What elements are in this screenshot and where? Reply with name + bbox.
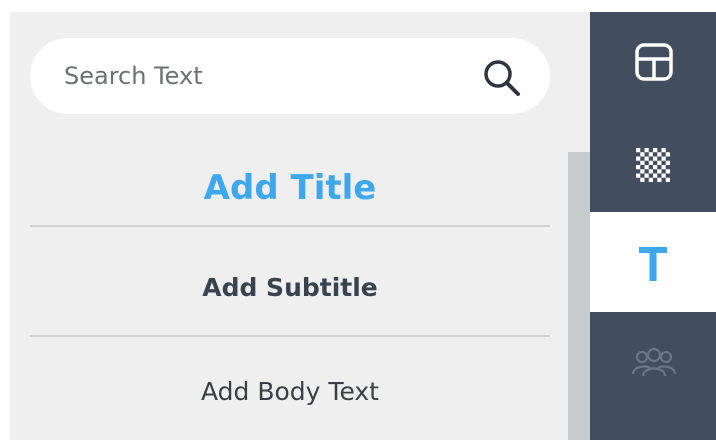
add-subtitle-option[interactable]: Add Subtitle — [30, 258, 550, 318]
text-editor-app: Add Title Add Subtitle Add Body Text — [0, 0, 716, 440]
side-toolbar — [590, 12, 716, 440]
people-tool-button[interactable] — [590, 312, 716, 440]
scrollbar-thumb[interactable] — [568, 152, 590, 440]
checkerboard-background-icon — [636, 148, 670, 182]
background-tool-button[interactable] — [590, 112, 716, 212]
search-icon[interactable] — [480, 56, 524, 100]
divider — [30, 335, 550, 337]
add-body-text-option[interactable]: Add Body Text — [30, 364, 550, 420]
text-tool-button[interactable] — [590, 212, 716, 312]
scrollbar-track[interactable] — [568, 152, 590, 440]
text-panel: Add Title Add Subtitle Add Body Text — [10, 12, 590, 440]
add-title-option[interactable]: Add Title — [30, 150, 550, 226]
layout-tool-button[interactable] — [590, 12, 716, 112]
divider — [30, 225, 550, 227]
search-bar — [30, 38, 550, 114]
text-icon — [639, 247, 667, 281]
search-input[interactable] — [64, 38, 464, 114]
layout-icon — [635, 43, 673, 81]
people-icon — [632, 347, 676, 377]
